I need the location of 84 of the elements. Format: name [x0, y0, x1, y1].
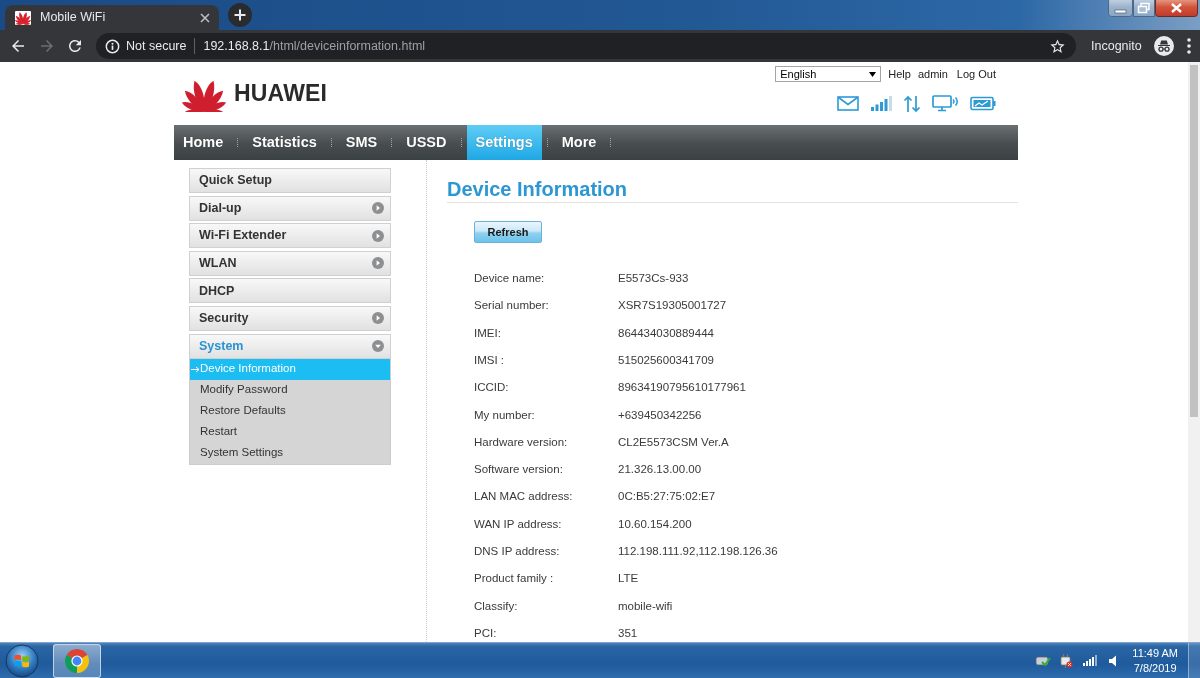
field-value: 351 — [618, 625, 638, 641]
up-down-arrows-icon — [903, 94, 921, 113]
close-window-icon[interactable] — [1155, 0, 1198, 17]
field-value: 0C:B5:27:75:02:E7 — [618, 489, 716, 505]
url-text: 192.168.8.1/html/deviceinformation.html — [203, 37, 426, 55]
clock-date: 7/8/2019 — [1132, 660, 1178, 676]
menu-tab[interactable]: Statistics — [243, 125, 326, 160]
page-title: Device Information — [447, 160, 1018, 203]
close-icon[interactable] — [200, 12, 210, 23]
incognito-icon[interactable] — [1153, 36, 1174, 56]
menu-tab[interactable]: More — [552, 125, 606, 160]
address-field[interactable]: Not secure 192.168.8.1/html/deviceinformation.html — [96, 33, 1076, 59]
tab-favicon-icon — [15, 10, 31, 25]
security-label: Not secure — [126, 37, 187, 55]
logo-text: HUAWEI — [234, 79, 328, 109]
field-value: XSR7S19305001727 — [618, 298, 727, 314]
scroll-thumb[interactable] — [1190, 65, 1198, 417]
battery-icon — [970, 96, 996, 111]
field-label: DNS IP address: — [474, 544, 561, 559]
info-icon[interactable] — [105, 38, 120, 54]
refresh-button[interactable]: Refresh — [474, 221, 542, 243]
field-value: LTE — [618, 571, 639, 587]
field-label: IMEI: — [474, 325, 502, 341]
field-label: Product family : — [474, 571, 555, 587]
field-label: WAN IP address: — [474, 516, 563, 532]
envelope-icon[interactable] — [837, 96, 859, 111]
field-value: 112.198.111.92,112.198.126.36 — [618, 544, 778, 559]
field-label: LAN MAC address: — [474, 489, 574, 505]
arrow-icon — [191, 365, 200, 373]
restore-icon[interactable] — [1133, 0, 1155, 17]
taskbar-app-button[interactable] — [53, 643, 101, 678]
signal-icon[interactable] — [1083, 655, 1098, 666]
field-value: mobile-wifi — [618, 598, 673, 614]
sidebar-item[interactable]: WLAN — [189, 250, 391, 276]
field-value: 10.60.154.200 — [618, 516, 692, 532]
menu-tab[interactable]: SMS — [336, 125, 387, 160]
clock-time: 11:49 AM — [1132, 645, 1178, 661]
caret-icon — [869, 71, 877, 77]
field-value: E5573Cs-933 — [618, 271, 689, 286]
menu-tab[interactable]: Home — [174, 125, 233, 160]
sidebar-item[interactable]: DHCP — [189, 278, 391, 304]
sidebar-item[interactable]: Dial-up — [189, 195, 391, 221]
field-value: 864434030889444 — [618, 325, 714, 341]
menu-icon[interactable] — [1186, 38, 1191, 54]
profile-label: Incognito — [1091, 37, 1142, 55]
field-value: 89634190795610177961 — [618, 380, 746, 396]
user-name: admin — [917, 67, 948, 82]
field-label: Software version: — [474, 462, 564, 478]
submenu-item[interactable]: Restart — [190, 421, 390, 443]
start-orb-icon[interactable] — [5, 643, 39, 678]
star-icon[interactable] — [1049, 37, 1066, 55]
sidebar-item[interactable]: Quick Setup — [189, 168, 391, 193]
field-label: Serial number: — [474, 298, 550, 314]
field-value: CL2E5573CSM Ver.A — [618, 434, 729, 450]
field-value: 515025600341709 — [618, 352, 714, 368]
field-value: 21.326.13.00.00 — [618, 462, 702, 478]
minimize-icon[interactable] — [1108, 0, 1133, 17]
field-label: My number: — [474, 407, 536, 423]
browser-app-icon — [64, 647, 90, 674]
sidebar-item[interactable]: Security — [189, 305, 391, 331]
menu-tab[interactable]: USSD — [397, 125, 456, 160]
field-value: +639450342256 — [618, 407, 702, 423]
language-select[interactable]: English — [775, 66, 882, 83]
new-tab-icon[interactable] — [228, 3, 252, 27]
help-link[interactable]: Help — [888, 66, 911, 83]
reload-icon[interactable] — [66, 37, 84, 55]
field-label: Hardware version: — [474, 434, 569, 450]
signal-icon — [870, 96, 892, 111]
power-plug-icon[interactable] — [1059, 652, 1074, 669]
field-label: ICCID: — [474, 380, 510, 396]
monitor-icon — [932, 95, 959, 112]
field-label: IMSI : — [474, 352, 506, 368]
tray-check-icon[interactable] — [1035, 653, 1052, 668]
sidebar-item[interactable]: Wi-Fi Extender — [189, 223, 391, 249]
field-label: Device name: — [474, 271, 546, 286]
field-label: Classify: — [474, 598, 519, 614]
speaker-icon[interactable] — [1109, 654, 1119, 667]
scrollbar[interactable] — [1188, 62, 1200, 642]
browser-tab[interactable]: Mobile WiFi — [5, 5, 219, 30]
submenu-item[interactable]: System Settings — [190, 442, 390, 464]
submenu-item[interactable]: Restore Defaults — [190, 400, 390, 422]
logout-link[interactable]: Log Out — [956, 66, 996, 83]
submenu-item[interactable]: Modify Password — [190, 379, 390, 401]
field-label: PCI: — [474, 625, 498, 641]
